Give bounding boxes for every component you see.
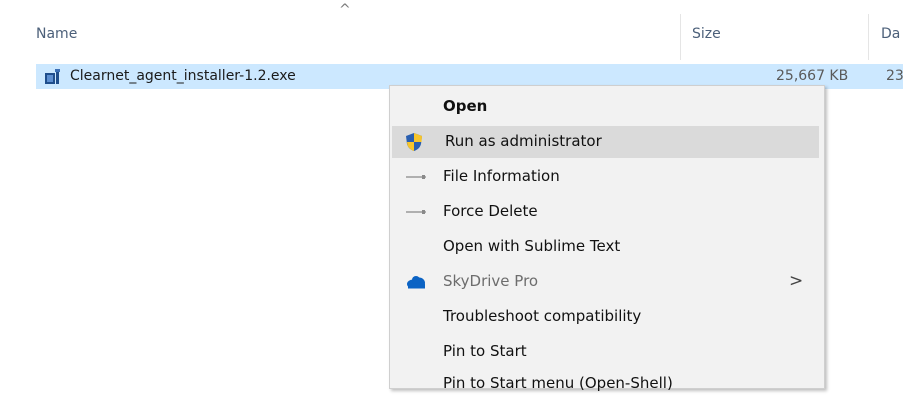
installer-file-icon <box>44 68 62 85</box>
menu-item-label: Pin to Start <box>443 342 527 360</box>
menu-item-label: SkyDrive Pro <box>443 272 539 290</box>
menu-item-troubleshoot-compatibility[interactable]: Troubleshoot compatibility <box>390 301 820 333</box>
uac-shield-icon <box>404 132 424 151</box>
sort-arrow-icon[interactable]: ^ <box>339 2 351 18</box>
menu-item-label: File Information <box>443 167 560 185</box>
menu-item-label: Open with Sublime Text <box>443 237 621 255</box>
column-name-header[interactable]: Name <box>36 26 77 42</box>
chevron-right-icon: > <box>789 271 804 291</box>
file-date: 23 <box>886 68 903 84</box>
menu-item-pin-to-start[interactable]: Pin to Start <box>390 336 820 368</box>
file-name[interactable]: Clearnet_agent_installer-1.2.exe <box>70 68 296 84</box>
line-icon <box>405 204 426 220</box>
context-menu: Open Run as administrator File Informati… <box>389 85 825 392</box>
menu-item-open[interactable]: Open <box>390 91 820 123</box>
menu-item-pin-to-start-menu-open-shell[interactable]: Pin to Start menu (Open-Shell) <box>390 368 820 400</box>
menu-item-label: Troubleshoot compatibility <box>443 307 642 325</box>
column-date-header[interactable]: Da <box>881 26 903 42</box>
menu-item-label: Run as administrator <box>445 132 602 150</box>
menu-item-file-information[interactable]: File Information <box>390 161 820 193</box>
menu-item-label: Pin to Start menu (Open-Shell) <box>443 374 673 392</box>
column-divider[interactable] <box>868 14 869 60</box>
column-size-header[interactable]: Size <box>692 26 721 42</box>
column-divider[interactable] <box>680 14 681 60</box>
menu-item-force-delete[interactable]: Force Delete <box>390 196 820 228</box>
skydrive-cloud-icon <box>405 274 425 290</box>
file-size: 25,667 KB <box>776 68 849 84</box>
column-header: ^ Name Size Da <box>0 0 903 60</box>
menu-item-run-as-administrator[interactable]: Run as administrator <box>392 126 819 158</box>
line-icon <box>405 169 426 185</box>
menu-item-skydrive-pro[interactable]: SkyDrive Pro > <box>390 266 820 298</box>
menu-item-label: Open <box>443 97 488 115</box>
menu-item-label: Force Delete <box>443 202 538 220</box>
menu-item-open-with-sublime-text[interactable]: Open with Sublime Text <box>390 231 820 263</box>
